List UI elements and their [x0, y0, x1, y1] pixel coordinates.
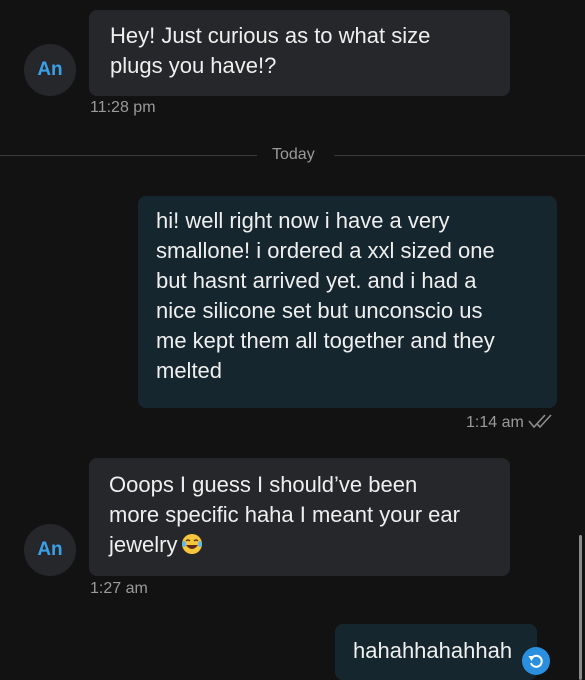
message-text-line: Ooops I guess I should’ve been: [109, 472, 418, 497]
incoming-message-bubble[interactable]: Ooops I guess I should’ve been more spec…: [89, 458, 510, 576]
message-text-line: me kept them all together and they: [156, 328, 495, 353]
outgoing-message-bubble[interactable]: hi! well right now i have a very smallon…: [138, 196, 557, 408]
message-timestamp: 1:27 am: [90, 580, 148, 597]
scrollbar[interactable]: [579, 535, 582, 680]
retry-icon[interactable]: [522, 647, 550, 675]
divider-line: [0, 155, 257, 156]
divider-line: [334, 155, 585, 156]
message-text: jewelry: [109, 532, 178, 557]
double-check-icon: [528, 412, 556, 435]
date-divider-label: Today: [272, 146, 315, 163]
message-text-line: hi! well right now i have a very: [156, 208, 450, 233]
message-text-line: jewelry: [109, 530, 490, 563]
incoming-message-bubble[interactable]: Hey! Just curious as to what size plugs …: [89, 10, 510, 96]
message-text-line: but hasnt arrived yet. and i had a: [156, 268, 477, 293]
message-text-line: hahahhahahhah: [353, 638, 513, 663]
avatar[interactable]: An: [24, 524, 76, 576]
message-text-line: Hey! Just curious as to what size: [110, 23, 431, 48]
message-text-line: more specific haha I meant your ear: [109, 502, 460, 527]
avatar[interactable]: An: [24, 44, 76, 96]
message-text-line: melted: [156, 358, 223, 383]
message-text-line: smallone! i ordered a xxl sized one: [156, 238, 495, 263]
message-timestamp: 11:28 pm: [90, 99, 156, 116]
message-text-line: plugs you have!?: [110, 53, 277, 78]
outgoing-message-bubble[interactable]: hahahhahahhah: [335, 624, 537, 680]
laughing-crying-emoji-icon: [181, 533, 203, 563]
message-text-line: nice silicone set but unconscio us: [156, 298, 483, 323]
message-timestamp: 1:14 am: [466, 414, 524, 431]
